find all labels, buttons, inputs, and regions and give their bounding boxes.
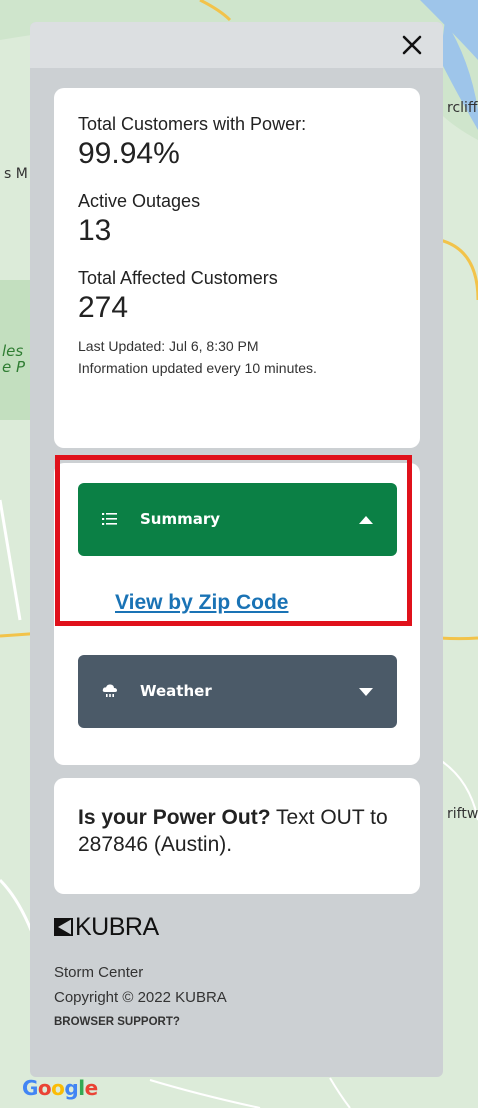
copyright-text: Copyright © 2022 KUBRA [54,989,227,1006]
active-outages-value: 13 [78,214,112,247]
customers-with-power-label: Total Customers with Power: [78,114,307,134]
summary-accordion-button[interactable]: Summary [78,483,397,556]
affected-customers-label: Total Affected Customers [78,268,278,288]
google-logo-letter: o [37,1076,52,1100]
weather-accordion-button[interactable]: Weather [78,655,397,728]
google-logo-letter: o [51,1076,65,1100]
map-park-label: e P [2,358,26,376]
browser-support-link[interactable]: BROWSER SUPPORT? [54,1016,424,1028]
app-name-text: Storm Center [54,964,144,981]
customers-with-power-value: 99.94% [78,137,180,170]
close-icon [402,35,422,55]
chevron-down-icon [359,688,373,696]
weather-label: Weather [140,682,212,700]
last-updated-text: Last Updated: Jul 6, 8:30 PM [78,338,259,354]
update-interval-text: Information updated every 10 minutes. [78,360,317,376]
map-place-label: riftw [447,806,478,822]
list-icon [102,513,117,525]
view-by-zip-code-link[interactable]: View by Zip Code [115,591,288,615]
close-button[interactable] [399,32,425,58]
kubra-mark-icon [54,918,73,936]
map-place-label: s M [4,166,28,182]
google-logo-letter: G [22,1076,38,1100]
chevron-up-icon [359,516,373,524]
power-out-heading: Is your Power Out? [78,806,271,829]
power-out-card: Is your Power Out? Text OUT to 287846 (A… [54,778,420,894]
panel-header [30,22,443,68]
views-accordion-card: Summary View by Zip Code Weather [54,463,420,765]
google-logo-letter: e [84,1076,99,1100]
kubra-logo: KUBRA [54,912,424,942]
kubra-wordmark: KUBRA [75,912,159,941]
panel-footer: KUBRA Storm Center Copyright © 2022 KUBR… [54,912,424,1028]
map-place-label: rcliff [447,100,478,116]
summary-label: Summary [140,510,221,528]
storm-cloud-icon [102,684,117,697]
google-logo-letter: g [64,1076,79,1100]
outage-stats-card: Total Customers with Power: 99.94% Activ… [54,88,420,448]
google-logo: Google [22,1076,98,1100]
outage-panel: Total Customers with Power: 99.94% Activ… [30,22,443,1077]
affected-customers-value: 274 [78,291,129,324]
map-park-label: les [2,342,24,360]
active-outages-label: Active Outages [78,191,201,211]
